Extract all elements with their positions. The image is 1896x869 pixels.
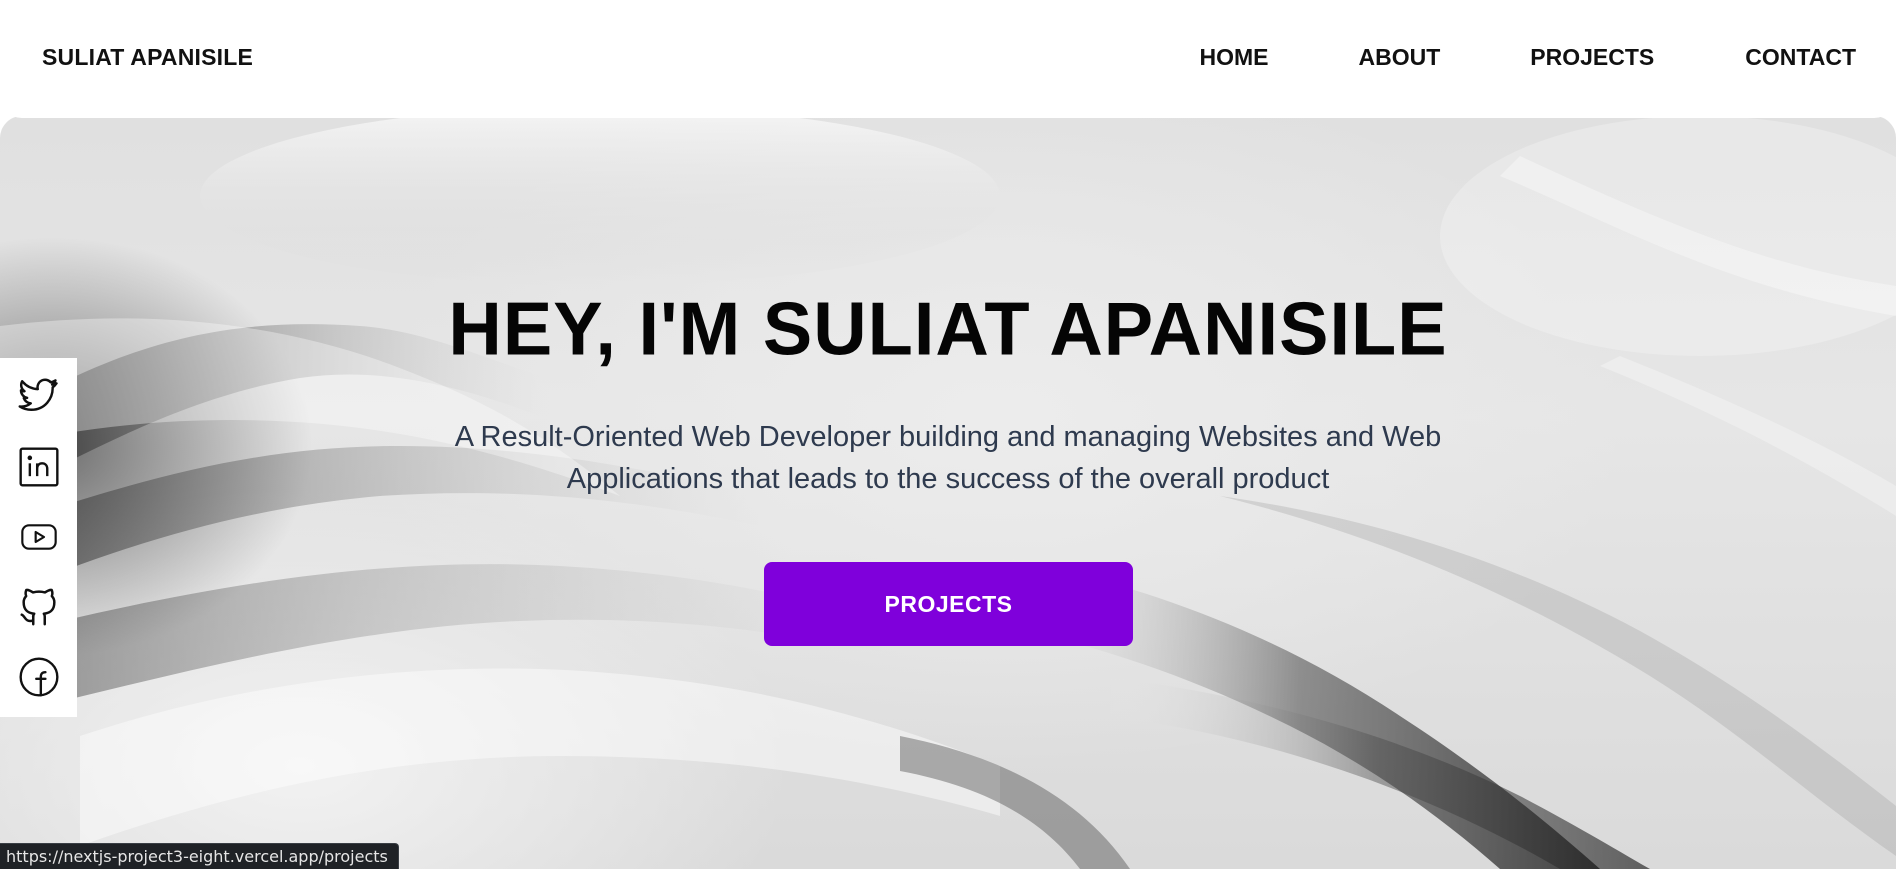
social-links-sidebar xyxy=(0,358,77,717)
twitter-link[interactable] xyxy=(14,372,64,422)
nav-link-about[interactable]: ABOUT xyxy=(1359,44,1441,71)
nav-link-projects[interactable]: PROJECTS xyxy=(1530,44,1654,71)
hero-subtitle-line-2: Applications that leads to the success o… xyxy=(566,463,1330,495)
twitter-icon xyxy=(18,378,58,412)
page: SULIAT APANISILE HOME ABOUT PROJECTS CON… xyxy=(0,0,1896,869)
facebook-icon xyxy=(19,657,59,697)
linkedin-link[interactable] xyxy=(14,442,64,492)
main-nav: HOME ABOUT PROJECTS CONTACT xyxy=(1200,44,1857,71)
nav-link-contact[interactable]: CONTACT xyxy=(1745,44,1856,71)
facebook-link[interactable] xyxy=(14,652,64,702)
github-icon xyxy=(20,588,56,626)
github-link[interactable] xyxy=(14,582,64,632)
projects-button[interactable]: PROJECTS xyxy=(764,562,1133,646)
linkedin-icon xyxy=(19,447,59,487)
hero-subtitle-line-1: A Result-Oriented Web Developer building… xyxy=(454,421,1442,453)
hero-title: HEY, I'M SULIAT APANISILE xyxy=(448,286,1448,371)
hero-subtitle: A Result-Oriented Web Developer building… xyxy=(428,416,1468,500)
brand-logo-text[interactable]: SULIAT APANISILE xyxy=(42,44,253,71)
browser-status-url: https://nextjs-project3-eight.vercel.app… xyxy=(0,843,399,869)
youtube-icon xyxy=(21,524,57,550)
youtube-link[interactable] xyxy=(14,512,64,562)
nav-link-home[interactable]: HOME xyxy=(1200,44,1269,71)
site-header: SULIAT APANISILE HOME ABOUT PROJECTS CON… xyxy=(0,0,1896,118)
hero-section: HEY, I'M SULIAT APANISILE A Result-Orien… xyxy=(0,116,1896,869)
